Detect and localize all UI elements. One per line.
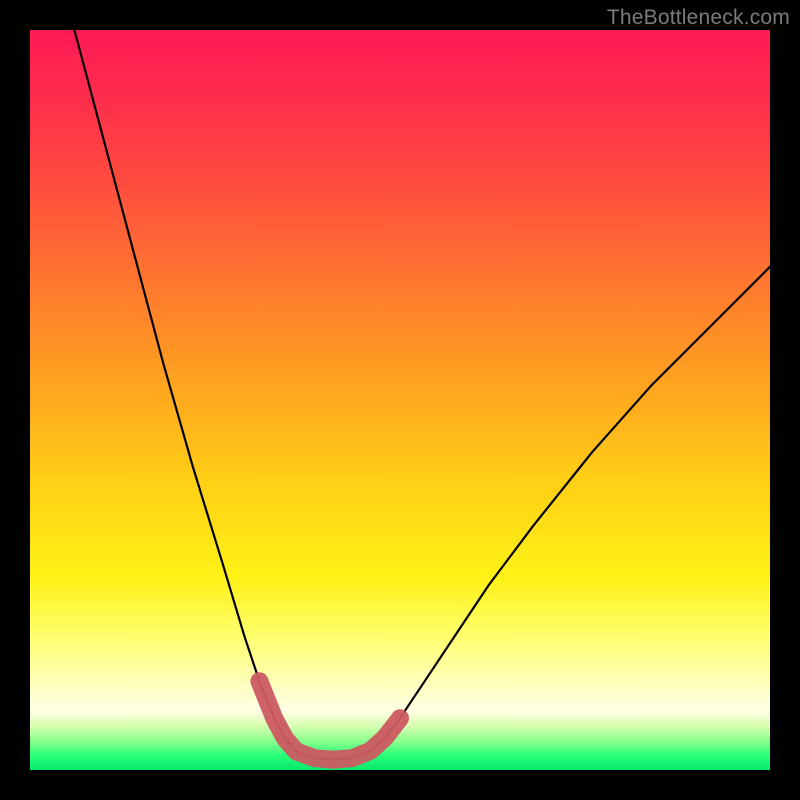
frame: TheBottleneck.com xyxy=(0,0,800,800)
plot-area xyxy=(30,30,770,770)
red-band-path xyxy=(259,681,400,759)
black-curve-path xyxy=(74,30,770,760)
chart-svg xyxy=(30,30,770,770)
watermark-text: TheBottleneck.com xyxy=(607,6,790,30)
